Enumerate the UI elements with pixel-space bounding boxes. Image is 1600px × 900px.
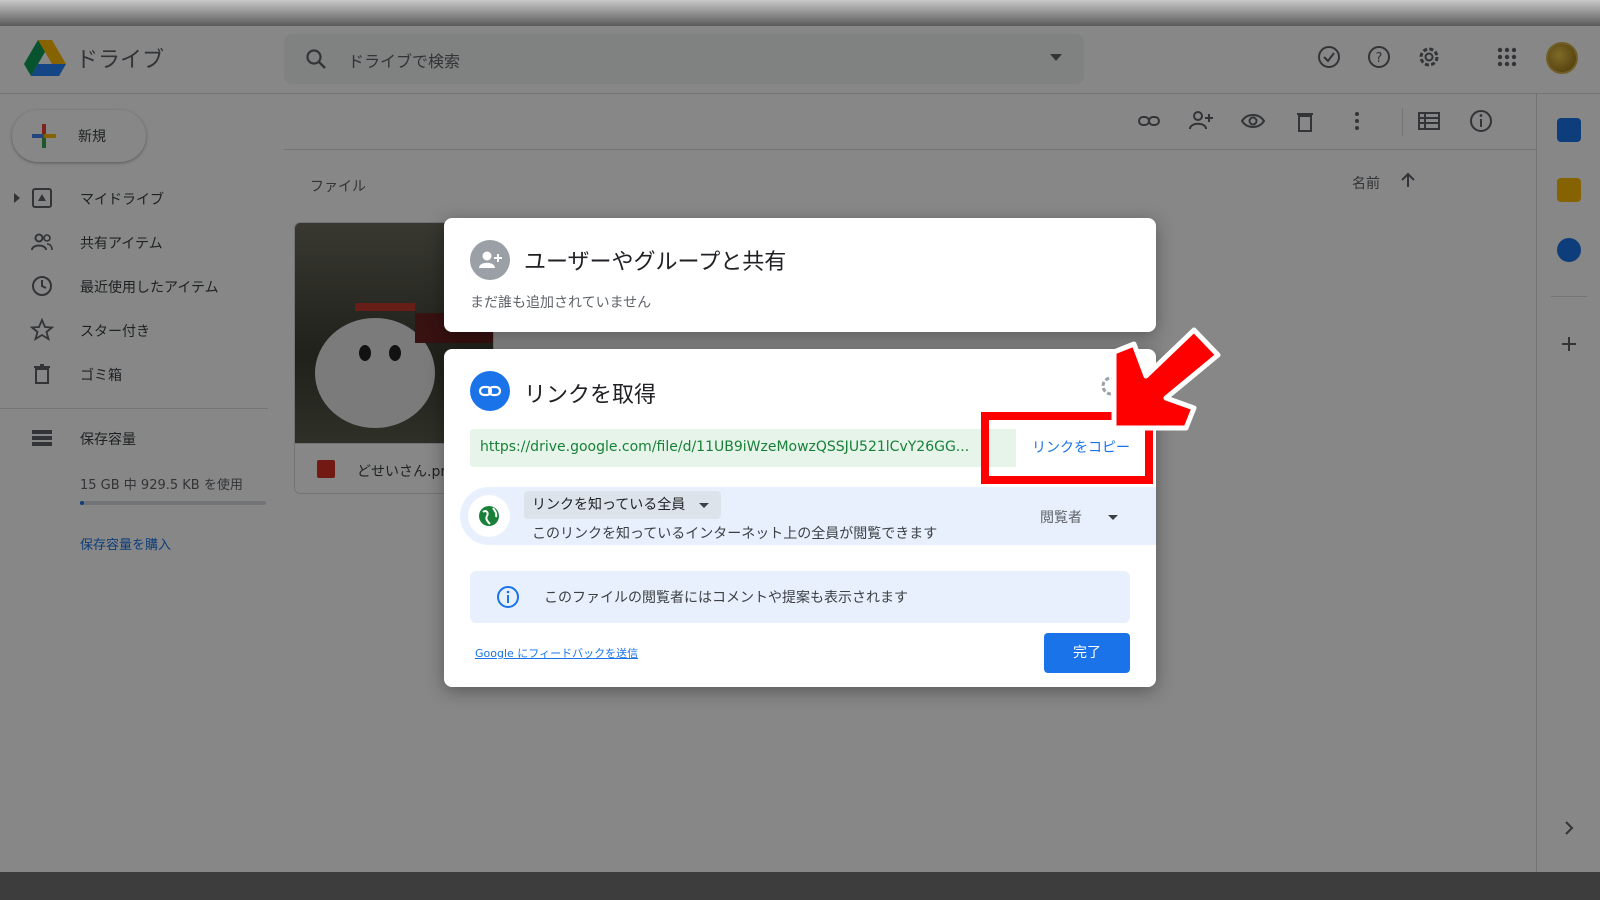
add-person-icon bbox=[479, 251, 502, 268]
share-url[interactable]: https://drive.google.com/file/d/11UB9iWz… bbox=[480, 439, 980, 455]
access-scope-dropdown[interactable]: リンクを知っている全員 bbox=[524, 491, 722, 519]
screen-top-bezel bbox=[0, 0, 1600, 26]
get-link-dialog: リンクを取得 https://drive.google.com/file/d/1… bbox=[444, 349, 1156, 687]
share-dialog: ユーザーやグループと共有 まだ誰も追加されていません bbox=[444, 218, 1156, 332]
feedback-link[interactable]: Google にフィードバックを送信 bbox=[475, 645, 638, 661]
globe-icon bbox=[479, 506, 499, 526]
chevron-down-icon bbox=[1108, 515, 1118, 520]
link-icon bbox=[478, 385, 502, 397]
globe-avatar bbox=[468, 495, 510, 537]
chevron-down-icon bbox=[699, 503, 710, 508]
info-banner: このファイルの閲覧者にはコメントや提案も表示されます bbox=[470, 571, 1130, 623]
share-dialog-title: ユーザーやグループと共有 bbox=[524, 250, 787, 275]
add-person-avatar bbox=[470, 240, 510, 280]
info-icon bbox=[497, 586, 519, 608]
role-dropdown[interactable]: 閲覧者 bbox=[1040, 507, 1118, 527]
info-banner-text: このファイルの閲覧者にはコメントや提案も表示されます bbox=[544, 590, 908, 606]
screen-bottom-bezel bbox=[0, 872, 1600, 900]
link-avatar bbox=[470, 371, 510, 411]
general-access-row: リンクを知っている全員 このリンクを知っているインターネット上の全員が閲覧できま… bbox=[460, 487, 1156, 545]
access-description: このリンクを知っているインターネット上の全員が閲覧できます bbox=[532, 526, 938, 542]
done-button[interactable]: 完了 bbox=[1044, 633, 1130, 673]
get-link-dialog-title: リンクを取得 bbox=[524, 383, 657, 408]
role-label: 閲覧者 bbox=[1040, 510, 1082, 526]
share-dialog-subtitle: まだ誰も追加されていません bbox=[470, 295, 652, 311]
callout-arrow-icon bbox=[1111, 327, 1221, 431]
access-scope-label: リンクを知っている全員 bbox=[532, 497, 686, 513]
